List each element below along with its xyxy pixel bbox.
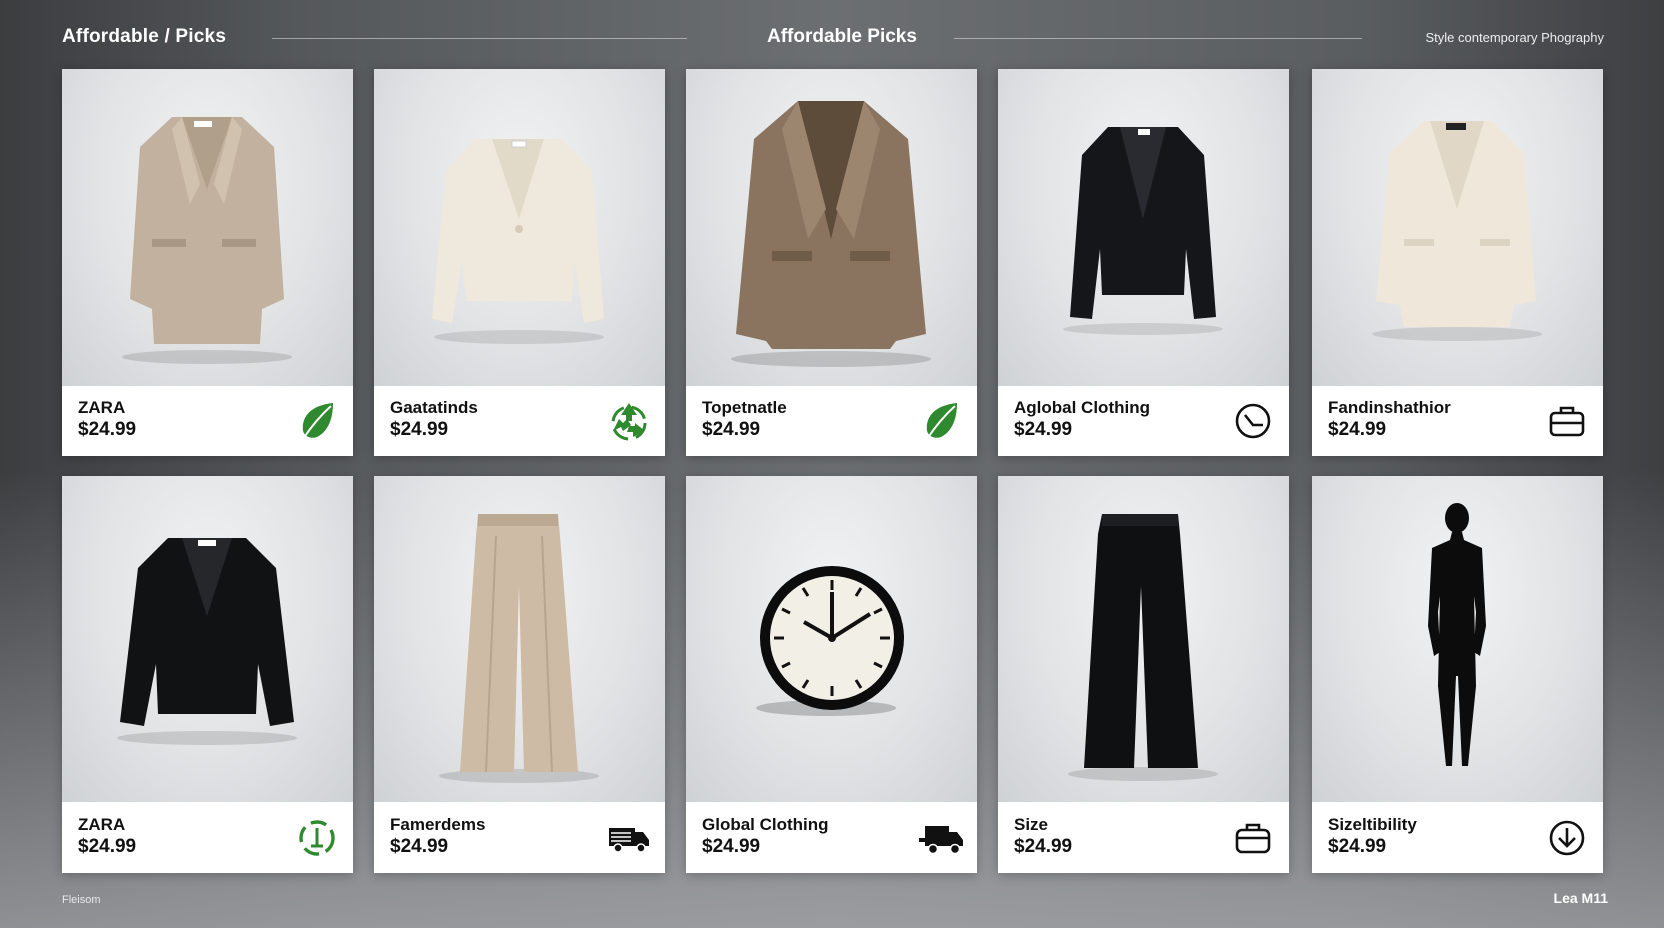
product-image[interactable] bbox=[686, 476, 977, 802]
product-card[interactable]: Fandinshathior $24.99 bbox=[1312, 69, 1603, 456]
recycle-icon[interactable] bbox=[295, 816, 339, 860]
wall-clock-image bbox=[756, 566, 904, 716]
product-card[interactable]: Famerdems $24.99 bbox=[374, 476, 665, 873]
product-price: $24.99 bbox=[1014, 419, 1073, 440]
product-price: $24.99 bbox=[1328, 836, 1387, 857]
product-info: ZARA $24.99 bbox=[62, 803, 353, 873]
product-card[interactable]: Aglobal Clothing $24.99 bbox=[998, 69, 1289, 456]
product-brand[interactable]: Sizeltibility bbox=[1328, 815, 1417, 835]
product-brand[interactable]: Gaatatinds bbox=[390, 398, 478, 418]
footer-left-label: Fleisom bbox=[62, 894, 101, 906]
tagline: Style contemporary Phography bbox=[1425, 30, 1604, 45]
product-image[interactable] bbox=[998, 476, 1289, 802]
briefcase-icon[interactable] bbox=[1231, 816, 1275, 860]
product-info: ZARA $24.99 bbox=[62, 386, 353, 456]
product-card[interactable]: ZARA $24.99 bbox=[62, 476, 353, 873]
briefcase-icon[interactable] bbox=[1545, 399, 1589, 443]
leaf-icon[interactable] bbox=[295, 399, 339, 443]
product-brand[interactable]: Aglobal Clothing bbox=[1014, 398, 1150, 418]
product-card[interactable]: Gaatatinds $24.99 bbox=[374, 69, 665, 456]
product-price: $24.99 bbox=[1014, 836, 1073, 857]
recycle-icon[interactable] bbox=[607, 399, 651, 443]
product-card[interactable]: Topetnatle $24.99 bbox=[686, 69, 977, 456]
product-image[interactable] bbox=[998, 69, 1289, 387]
download-icon[interactable] bbox=[1545, 816, 1589, 860]
header: Affordable / Picks Affordable Picks Styl… bbox=[62, 24, 1604, 54]
product-card[interactable]: Sizeltibility $24.99 bbox=[1312, 476, 1603, 873]
jacket-image bbox=[117, 538, 297, 745]
product-image[interactable] bbox=[374, 476, 665, 802]
product-image[interactable] bbox=[1312, 476, 1603, 802]
trousers-image bbox=[1068, 514, 1218, 781]
product-brand[interactable]: ZARA bbox=[78, 815, 125, 835]
product-card[interactable]: Global Clothing $24.99 bbox=[686, 476, 977, 873]
truck-icon[interactable] bbox=[919, 816, 963, 860]
product-card[interactable]: Size $24.99 bbox=[998, 476, 1289, 873]
product-brand[interactable]: ZARA bbox=[78, 398, 125, 418]
clock-icon[interactable] bbox=[1231, 399, 1275, 443]
product-brand[interactable]: Size bbox=[1014, 815, 1048, 835]
product-price: $24.99 bbox=[702, 836, 761, 857]
product-price: $24.99 bbox=[390, 419, 449, 440]
product-price: $24.99 bbox=[702, 419, 761, 440]
coat-image bbox=[122, 117, 292, 364]
product-brand[interactable]: Global Clothing bbox=[702, 815, 829, 835]
product-brand[interactable]: Famerdems bbox=[390, 815, 485, 835]
product-info: Topetnatle $24.99 bbox=[686, 386, 977, 456]
leaf-icon[interactable] bbox=[919, 399, 963, 443]
jacket-image bbox=[432, 139, 604, 344]
product-image[interactable] bbox=[1312, 69, 1603, 387]
blazer-image bbox=[1063, 127, 1223, 335]
product-grid: ZARA $24.99 Gaatatinds $24.99 Topetnatle… bbox=[62, 69, 1603, 875]
product-card[interactable]: ZARA $24.99 bbox=[62, 69, 353, 456]
product-price: $24.99 bbox=[390, 836, 449, 857]
blazer-image bbox=[1372, 121, 1542, 341]
product-info: Global Clothing $24.99 bbox=[686, 803, 977, 873]
product-brand[interactable]: Fandinshathior bbox=[1328, 398, 1451, 418]
product-image[interactable] bbox=[686, 69, 977, 387]
page-title: Affordable Picks bbox=[767, 26, 917, 47]
product-image[interactable] bbox=[374, 69, 665, 387]
product-image[interactable] bbox=[62, 69, 353, 387]
trousers-image bbox=[439, 514, 599, 783]
product-info: Gaatatinds $24.99 bbox=[374, 386, 665, 456]
product-info: Fandinshathior $24.99 bbox=[1312, 386, 1603, 456]
coat-image bbox=[731, 101, 931, 367]
footer-right-label: Lea M11 bbox=[1553, 890, 1608, 906]
silhouette-image bbox=[1428, 503, 1486, 766]
header-divider-left bbox=[272, 38, 687, 39]
truck-icon[interactable] bbox=[607, 816, 651, 860]
product-price: $24.99 bbox=[1328, 419, 1387, 440]
product-image[interactable] bbox=[62, 476, 353, 802]
product-brand[interactable]: Topetnatle bbox=[702, 398, 787, 418]
product-info: Size $24.99 bbox=[998, 803, 1289, 873]
site-brand[interactable]: Affordable / Picks bbox=[62, 26, 226, 48]
product-info: Sizeltibility $24.99 bbox=[1312, 803, 1603, 873]
product-info: Famerdems $24.99 bbox=[374, 803, 665, 873]
product-info: Aglobal Clothing $24.99 bbox=[998, 386, 1289, 456]
product-price: $24.99 bbox=[78, 419, 137, 440]
header-divider-right bbox=[954, 38, 1362, 39]
product-price: $24.99 bbox=[78, 836, 137, 857]
